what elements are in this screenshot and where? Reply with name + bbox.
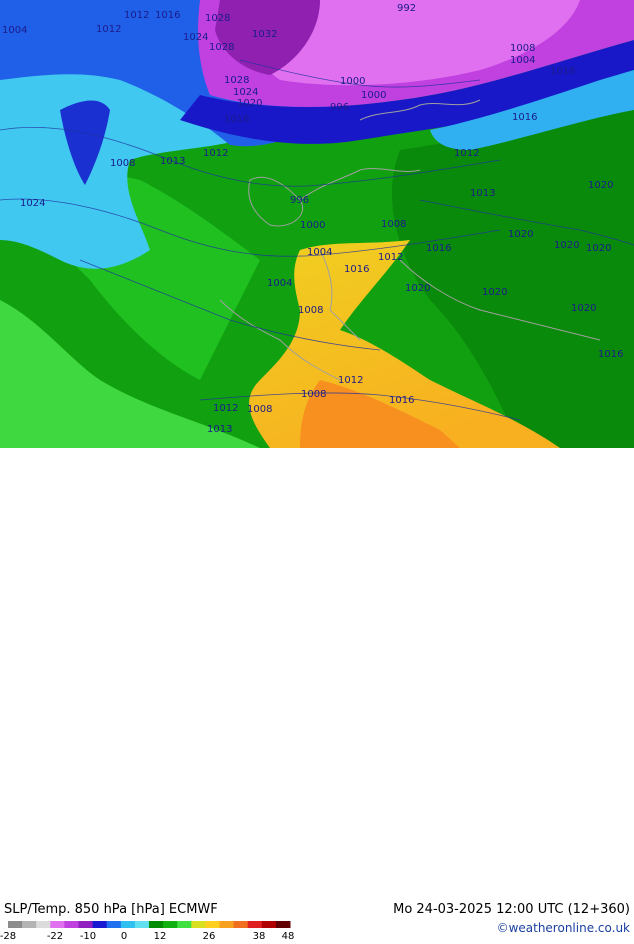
legend-tick-label: -28	[0, 931, 16, 942]
legend-tick-label: 38	[253, 931, 266, 942]
isobar-label: 1008	[247, 404, 272, 415]
isobar-label: 1012	[124, 10, 149, 21]
map-title: SLP/Temp. 850 hPa [hPa] ECMWF	[4, 902, 218, 917]
weather-map: 1004 1012 1012 1016 1028 1024 1032 1028 …	[0, 0, 634, 448]
legend-swatch	[36, 921, 51, 928]
color-legend: -28 -22 -10 0 12 26 38 48	[0, 921, 294, 942]
isobar-label: 1012	[213, 403, 238, 414]
isobar-label: 1008	[381, 219, 406, 230]
legend-swatch	[163, 921, 178, 928]
legend-tick-label: 12	[154, 931, 167, 942]
isobar-label: 1008	[301, 389, 326, 400]
isobar-label: 1016	[224, 114, 249, 125]
legend-swatch	[191, 921, 206, 928]
isobar-label: 1013	[160, 156, 185, 167]
isobar-label: 1028	[209, 42, 234, 53]
legend-swatch	[120, 921, 136, 928]
legend-swatch	[219, 921, 235, 928]
isobar-label: 1016	[512, 112, 537, 123]
isobar-label: 1016	[426, 243, 451, 254]
isobar-label: 1028	[205, 13, 230, 24]
isobar-label: 1012	[338, 375, 363, 386]
isobar-label: 1013	[207, 424, 232, 435]
legend-swatch	[149, 921, 164, 928]
isobar-label: 1012	[96, 24, 121, 35]
isobar-label: 1004	[267, 278, 292, 289]
isobar-label: 1016	[550, 66, 575, 77]
legend-bar	[8, 921, 291, 928]
isobar-label: 1004	[510, 55, 535, 66]
isobar-label: 1008	[298, 305, 323, 316]
isobar-label: 1020	[586, 243, 611, 254]
isobar-label: 1016	[155, 10, 180, 21]
isobar-label: 1032	[252, 29, 277, 40]
legend-tick-label: -10	[80, 931, 96, 942]
isobar-label: 1020	[482, 287, 507, 298]
legend-tick-label: 26	[203, 931, 216, 942]
isobar-label: 1024	[20, 198, 45, 209]
legend-swatch	[233, 921, 249, 928]
legend-swatch	[205, 921, 220, 928]
isobar-label: 1000	[340, 76, 365, 87]
isobar-label: 992	[397, 3, 416, 14]
legend-swatch	[8, 921, 23, 928]
legend-swatch	[78, 921, 94, 928]
isobar-label: 1008	[110, 158, 135, 169]
isobar-label: 1000	[300, 220, 325, 231]
isobar-label: 1020	[405, 283, 430, 294]
isobar-label: 1013	[470, 188, 495, 199]
footer: SLP/Temp. 850 hPa [hPa] ECMWF Mo 24-03-2…	[0, 448, 634, 942]
legend-swatch	[275, 921, 291, 928]
isobar-label: 1012	[378, 252, 403, 263]
legend-swatch	[261, 921, 277, 928]
isobar-label: 1024	[183, 32, 208, 43]
legend-swatch	[177, 921, 192, 928]
isobar-label: 996	[330, 102, 349, 113]
isobar-label: 1016	[389, 395, 414, 406]
credit-link[interactable]: ©weatheronline.co.uk	[497, 921, 630, 935]
isobar-label: 1000	[361, 90, 386, 101]
isobar-label: 1024	[233, 87, 258, 98]
legend-swatch	[92, 921, 108, 928]
legend-swatch	[247, 921, 263, 928]
legend-swatch	[50, 921, 65, 928]
legend-ticks: -28 -22 -10 0 12 26 38 48	[0, 931, 294, 942]
isobar-label: 1020	[588, 180, 613, 191]
legend-tick-label: -22	[47, 931, 63, 942]
legend-tick-label: 0	[121, 931, 127, 942]
isobar-label: 1004	[2, 25, 27, 36]
legend-tick-label: 48	[282, 931, 295, 942]
isobar-label: 1012	[454, 148, 479, 159]
isobar-label: 1016	[344, 264, 369, 275]
legend-swatch	[22, 921, 37, 928]
isobar-label: 1028	[224, 75, 249, 86]
isobar-label: 1016	[598, 349, 623, 360]
isobar-label: 1020	[237, 98, 262, 109]
isobar-label: 1020	[571, 303, 596, 314]
legend-swatch	[106, 921, 122, 928]
legend-swatch	[64, 921, 79, 928]
isobar-label: 1008	[510, 43, 535, 54]
isobar-label: 1020	[508, 229, 533, 240]
valid-time: Mo 24-03-2025 12:00 UTC (12+360)	[393, 902, 630, 917]
isobar-label: 1012	[203, 148, 228, 159]
legend-swatch	[134, 921, 150, 928]
isobar-label: 996	[290, 195, 309, 206]
isobar-label: 1004	[307, 247, 332, 258]
isobar-label: 1020	[554, 240, 579, 251]
